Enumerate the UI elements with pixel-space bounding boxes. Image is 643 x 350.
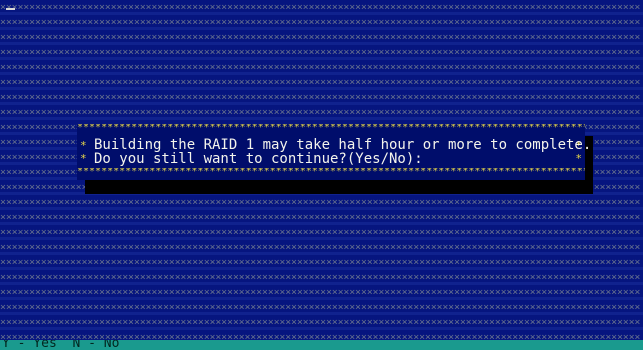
text-cursor-icon [6, 8, 15, 10]
dialog-border-top: ****************************************… [77, 124, 585, 132]
status-bar: Y - Yes N - No [0, 340, 643, 350]
bios-screen: ××××××××××××××××××××××××××××××××××××××××… [0, 0, 643, 350]
dialog-message-line: Building the RAID 1 may take half hour o… [94, 137, 592, 153]
dialog-border-left: * [80, 139, 87, 152]
key-hint: Y - Yes N - No [2, 340, 120, 350]
dialog-border-bottom: ****************************************… [77, 168, 585, 176]
dialog-border-left: * [80, 152, 87, 165]
dialog-prompt[interactable]: Do you still want to continue?(Yes/No): [94, 152, 423, 166]
dialog-border-right: * [575, 152, 582, 165]
confirm-dialog[interactable]: ****************************************… [77, 124, 591, 180]
